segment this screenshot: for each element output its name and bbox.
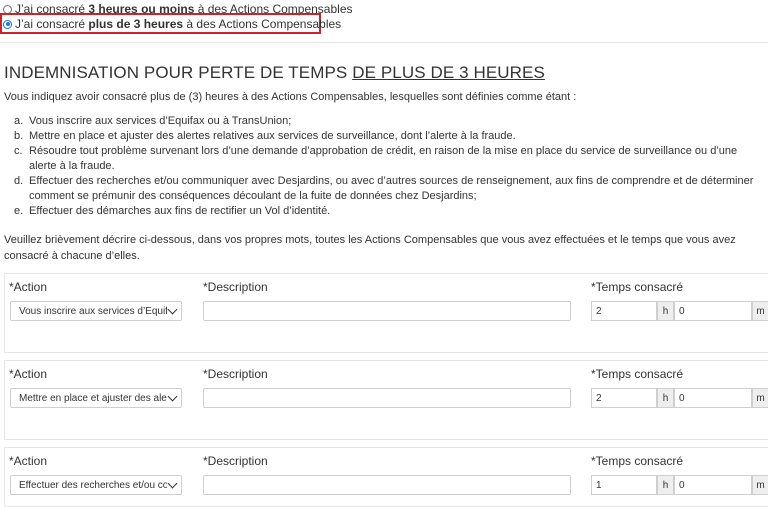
action-row-1: *Action *Description *Temps consacré Vou… [4, 273, 768, 353]
action-select[interactable]: Mettre en place et ajuster des alertes [10, 388, 182, 408]
description-input[interactable] [203, 301, 571, 321]
action-row-2: *Action *Description *Temps consacré Met… [4, 360, 768, 440]
description-label: *Description [203, 367, 268, 381]
list-item: c. Résoudre tout problème survenant lors … [14, 145, 738, 172]
hours-unit: h [657, 475, 674, 495]
time-label: *Temps consacré [591, 454, 684, 468]
description-input[interactable] [203, 388, 571, 408]
option-more-than-3h[interactable]: J’ai consacré plus de 3 heures à des Act… [3, 17, 341, 31]
list-item: e. Effectuer des démarches aux fins de re… [14, 205, 331, 217]
action-select[interactable]: Effectuer des recherches et/ou communiqu… [10, 475, 182, 495]
action-label: *Action [9, 280, 48, 294]
hours-unit: h [657, 388, 674, 408]
time-input-group: 1 h 0 m [591, 475, 768, 495]
list-item: b. Mettre en place et ajuster des alertes… [14, 130, 516, 142]
hours-input[interactable]: 2 [591, 301, 657, 321]
action-select[interactable]: Vous inscrire aux services d’Equifax ou … [10, 301, 182, 321]
description-label: *Description [203, 454, 268, 468]
time-input-group: 2 h 0 m [591, 301, 768, 321]
minutes-unit: m [752, 388, 768, 408]
list-item: a. Vous inscrire aux services d’Equifax o… [14, 115, 292, 127]
option-more-than-3h-label: J’ai consacré plus de 3 heures à des Act… [15, 17, 342, 31]
divider [0, 42, 768, 43]
minutes-input[interactable]: 0 [674, 475, 752, 495]
hours-input[interactable]: 2 [591, 388, 657, 408]
minutes-unit: m [752, 475, 768, 495]
time-label: *Temps consacré [591, 280, 684, 294]
instruction-text: Veuillez brièvement décrire ci-dessous, … [4, 234, 736, 262]
radio-more-than-3h[interactable] [3, 19, 12, 29]
chevron-down-icon [167, 391, 178, 402]
minutes-unit: m [752, 301, 768, 321]
hours-unit: h [657, 301, 674, 321]
minutes-input[interactable]: 0 [674, 301, 752, 321]
action-row-3: *Action *Description *Temps consacré Eff… [4, 447, 768, 507]
chevron-down-icon [167, 304, 178, 315]
time-input-group: 2 h 0 m [591, 388, 768, 408]
list-item: d. Effectuer des recherches et/ou communi… [14, 175, 754, 202]
chevron-down-icon [167, 478, 178, 489]
time-label: *Temps consacré [591, 367, 684, 381]
section-title: INDEMNISATION POUR PERTE DE TEMPS DE PLU… [4, 63, 545, 82]
description-input[interactable] [203, 475, 571, 495]
minutes-input[interactable]: 0 [674, 388, 752, 408]
action-label: *Action [9, 367, 48, 381]
action-label: *Action [9, 454, 48, 468]
section-intro: Vous indiquez avoir consacré plus de (3)… [4, 91, 577, 103]
description-label: *Description [203, 280, 268, 294]
compensable-actions-list: a. Vous inscrire aux services d’Equifax o… [14, 114, 764, 219]
hours-input[interactable]: 1 [591, 475, 657, 495]
